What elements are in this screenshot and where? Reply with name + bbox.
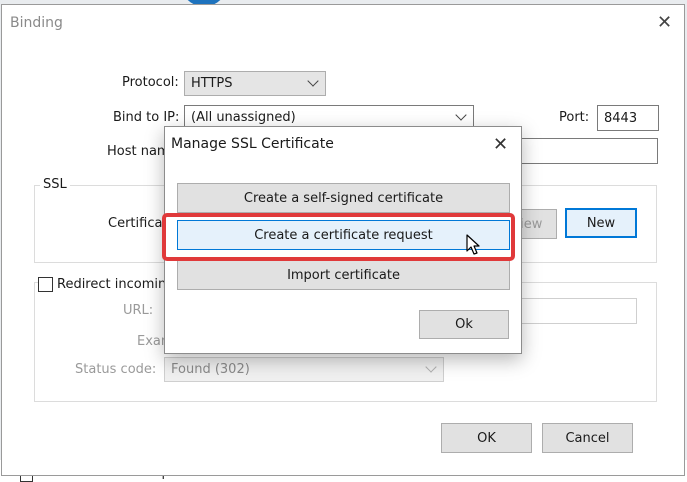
- ok-button[interactable]: Ok: [419, 310, 509, 339]
- port-value: 8443: [604, 110, 638, 126]
- status-code-label: Status code:: [75, 362, 157, 377]
- status-code-select[interactable]: Found (302): [164, 357, 444, 382]
- new-certificate-button[interactable]: New: [565, 208, 637, 238]
- manage-ssl-title: Manage SSL Certificate: [171, 136, 334, 152]
- status-code-value: Found (302): [171, 362, 250, 377]
- dialog-title: Binding: [10, 15, 63, 31]
- ssl-group-legend: SSL: [40, 177, 70, 192]
- cancel-button[interactable]: Cancel: [542, 423, 633, 453]
- create-self-signed-button[interactable]: Create a self-signed certificate: [177, 183, 510, 213]
- port-input[interactable]: 8443: [597, 105, 659, 131]
- bind-ip-label: Bind to IP:: [113, 110, 180, 125]
- chevron-down-icon: [425, 361, 437, 373]
- protocol-select[interactable]: HTTPS: [184, 71, 326, 96]
- bind-ip-value: (All unassigned): [191, 110, 296, 125]
- chevron-down-icon: [455, 109, 467, 121]
- url-label: URL:: [123, 303, 154, 318]
- close-icon[interactable]: ✕: [657, 14, 672, 32]
- protocol-label: Protocol:: [122, 75, 179, 90]
- protocol-value: HTTPS: [191, 76, 233, 91]
- redirect-checkbox-label: Redirect incoming: [57, 277, 175, 292]
- import-certificate-button[interactable]: Import certificate: [177, 260, 510, 290]
- redirect-checkbox[interactable]: [38, 277, 53, 292]
- ok-button[interactable]: OK: [441, 423, 532, 453]
- highlight-box: [162, 213, 515, 261]
- chevron-down-icon: [307, 75, 319, 87]
- close-icon[interactable]: ✕: [493, 134, 508, 155]
- mouse-pointer-icon: [466, 234, 480, 255]
- port-label: Port:: [559, 110, 590, 125]
